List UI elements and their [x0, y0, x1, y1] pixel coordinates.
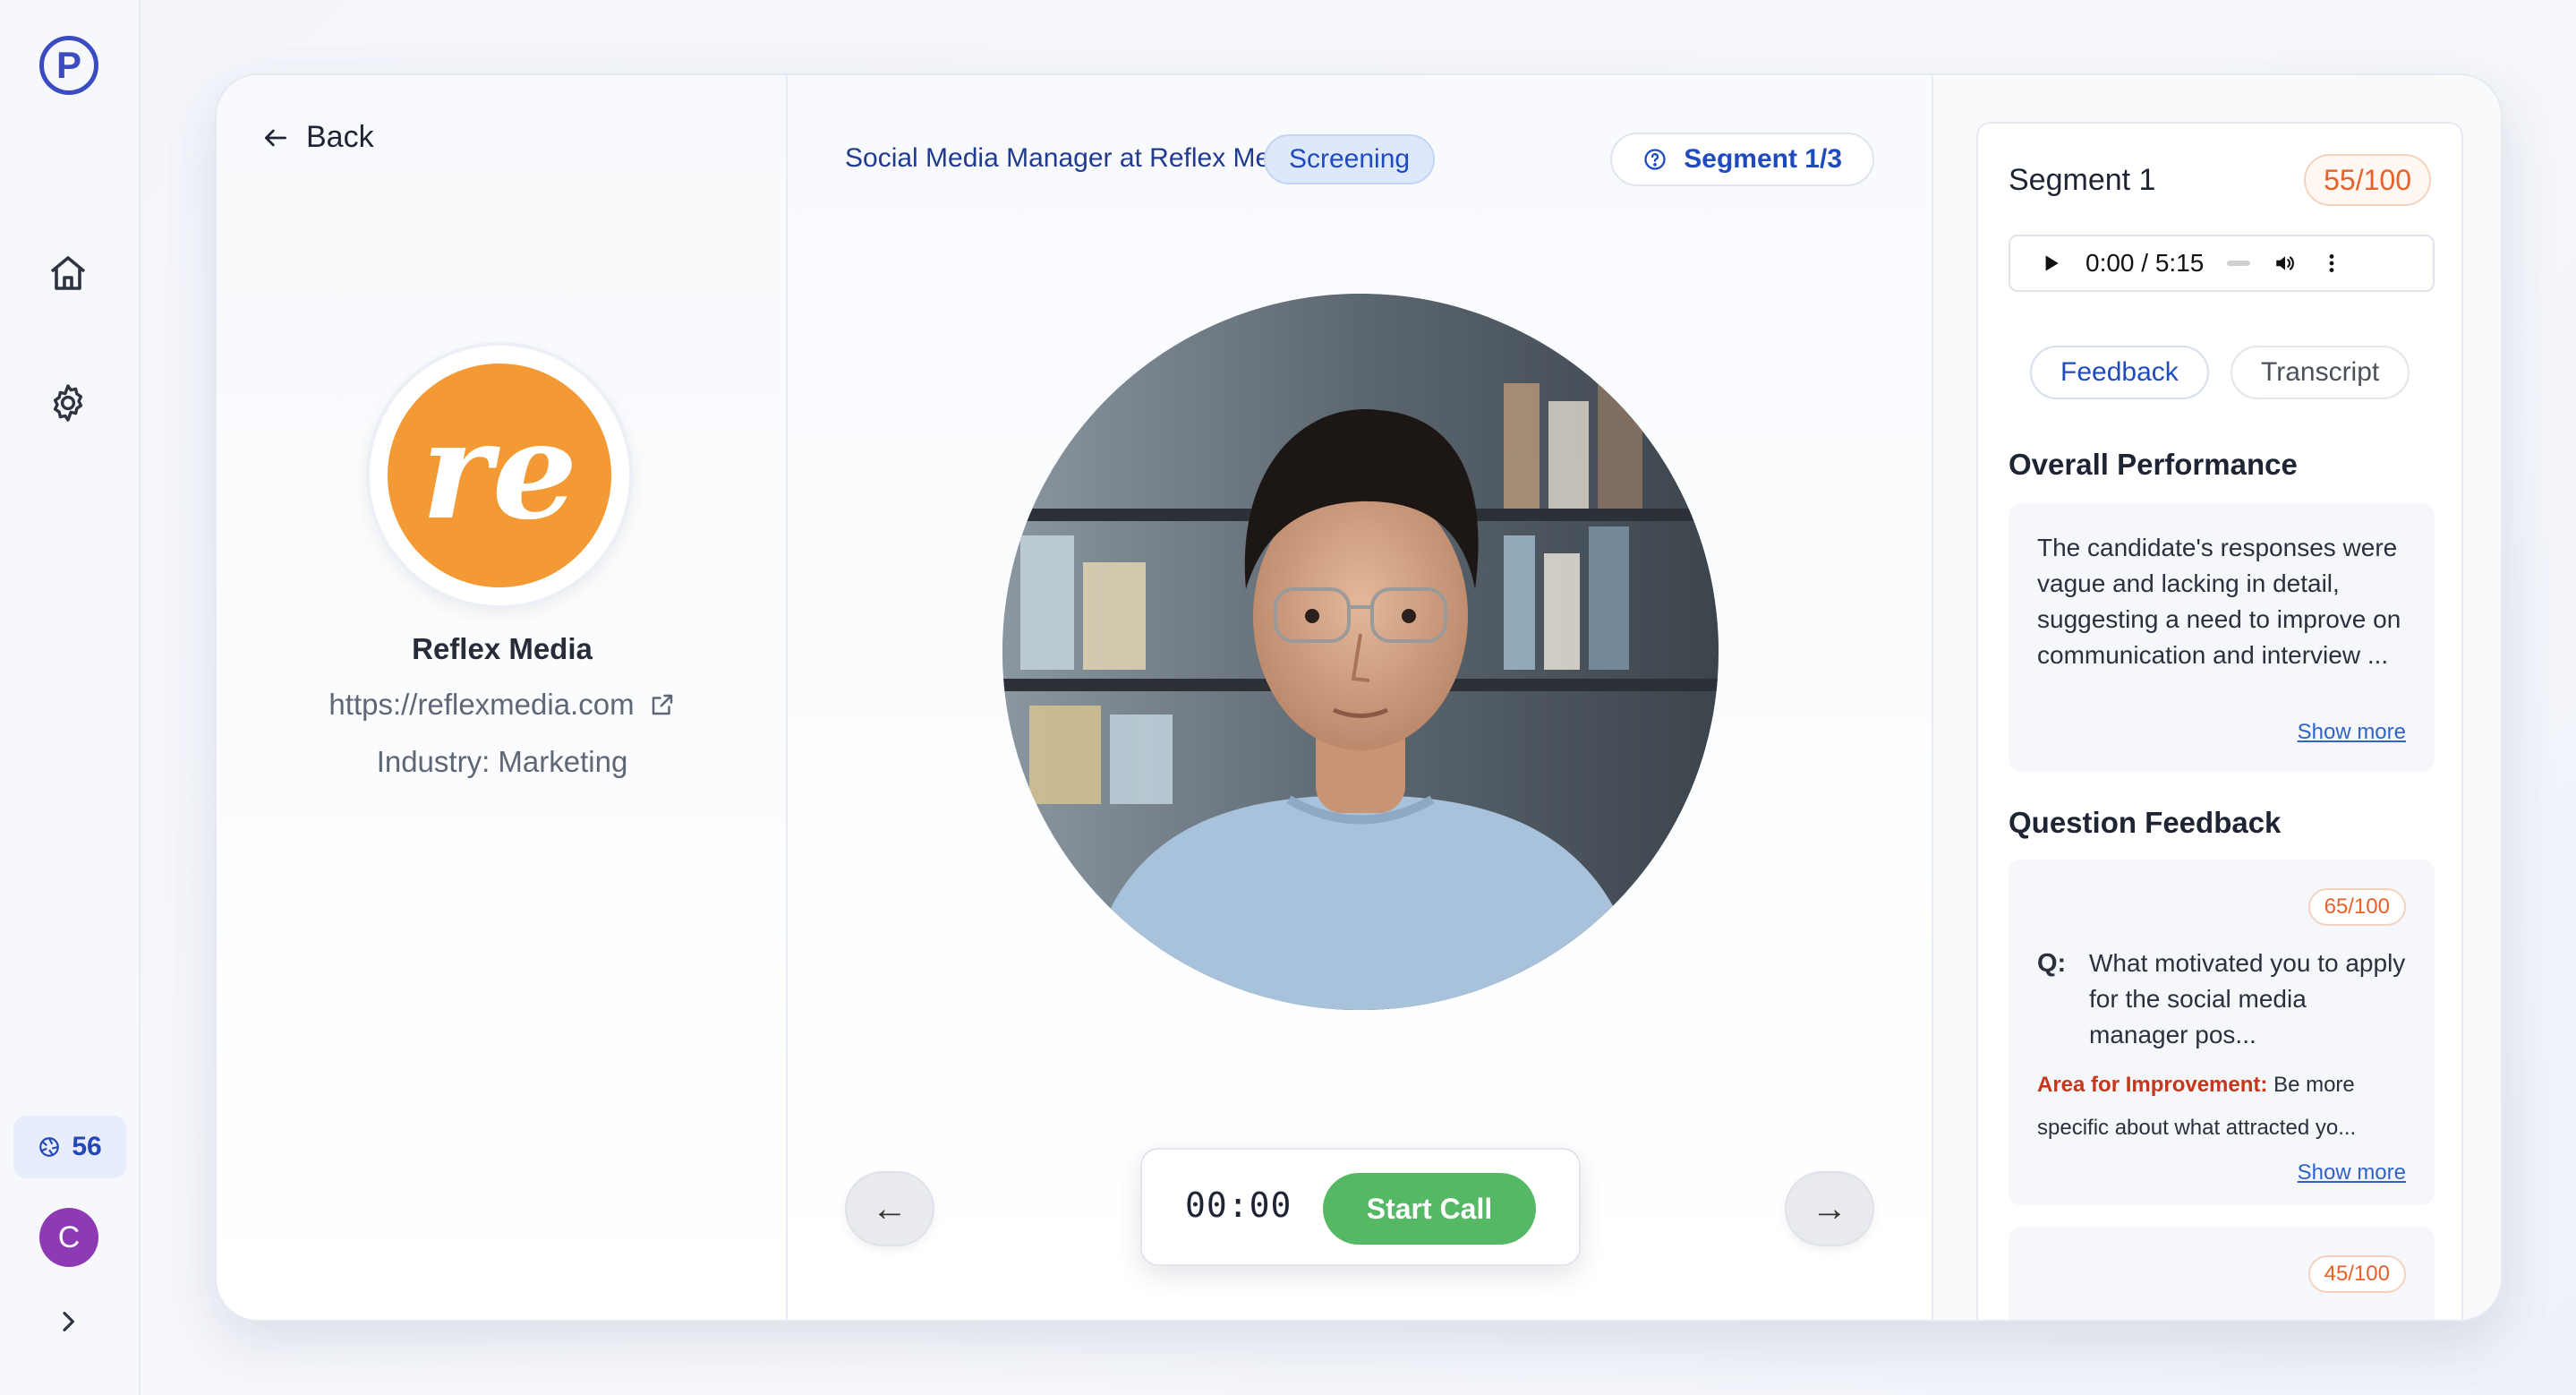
- credits-count: 56: [72, 1132, 102, 1161]
- audio-player: 0:00 / 5:15: [2009, 235, 2435, 292]
- back-label: Back: [306, 120, 374, 154]
- question-score-badge: 45/100: [2307, 1255, 2406, 1293]
- question-text: What motivated you to apply for the soci…: [2089, 949, 2406, 1048]
- improvement-label: Area for Improvement:: [2037, 1073, 2268, 1097]
- volume-icon[interactable]: [2273, 252, 2297, 275]
- segment-review[interactable]: Segment 1 55/100 0:00 / 5:15 Feedback Tr…: [1976, 122, 2463, 1320]
- question-show-more-link[interactable]: Show more: [2298, 1160, 2406, 1185]
- aperture-icon: [39, 1137, 60, 1157]
- overall-performance-text: The candidate's responses were vague and…: [2037, 534, 2401, 669]
- external-link-icon: [652, 694, 672, 715]
- audio-time: 0:00 / 5:15: [2086, 249, 2205, 277]
- improvement-note: Area for Improvement: Be more specific a…: [2037, 1064, 2413, 1150]
- settings-gear-icon[interactable]: [47, 381, 90, 424]
- company-website-link[interactable]: https://reflexmedia.com: [217, 688, 788, 722]
- audio-progress-slider[interactable]: [2227, 261, 2251, 266]
- question-feedback-item: 45/100: [2009, 1227, 2435, 1320]
- segment-score-badge: 55/100: [2304, 154, 2431, 206]
- help-circle-icon: [1644, 149, 1666, 170]
- interviewer-video: [1002, 294, 1719, 1010]
- segment-label: Segment 1/3: [1684, 144, 1842, 174]
- arrow-left-icon: ←: [872, 1188, 908, 1228]
- user-avatar[interactable]: C: [39, 1208, 98, 1267]
- credits-badge[interactable]: 56: [13, 1116, 126, 1178]
- segment-indicator[interactable]: Segment 1/3: [1610, 133, 1874, 186]
- arrow-left-icon: [265, 129, 286, 146]
- start-call-button[interactable]: Start Call: [1323, 1173, 1536, 1245]
- play-icon[interactable]: [2039, 252, 2062, 275]
- previous-segment-button[interactable]: ←: [845, 1171, 934, 1246]
- company-panel: Back re Reflex Media https://reflexmedia…: [217, 75, 788, 1320]
- overall-performance-heading: Overall Performance: [2009, 448, 2298, 481]
- more-vertical-icon[interactable]: [2320, 252, 2343, 275]
- tab-transcript[interactable]: Transcript: [2231, 346, 2410, 399]
- home-icon[interactable]: [47, 252, 90, 295]
- next-segment-button[interactable]: →: [1785, 1171, 1874, 1246]
- company-url: https://reflexmedia.com: [328, 688, 635, 721]
- overall-performance-box: The candidate's responses were vague and…: [2009, 503, 2435, 772]
- svg-text:re: re: [422, 392, 577, 550]
- arrow-right-icon: →: [1812, 1188, 1847, 1228]
- overall-show-more-link[interactable]: Show more: [2298, 720, 2406, 745]
- tab-feedback[interactable]: Feedback: [2030, 346, 2209, 399]
- call-panel: Social Media Manager at Reflex Media Scr…: [788, 75, 1933, 1320]
- call-timer: 00:00: [1185, 1185, 1292, 1225]
- company-industry: Industry: Marketing: [376, 745, 628, 778]
- question-label: Q:: [2037, 949, 2067, 978]
- stage-badge: Screening: [1264, 134, 1436, 184]
- interview-card: Back re Reflex Media https://reflexmedia…: [215, 73, 2503, 1322]
- question-feedback-item: 65/100 Q: What motivated you to apply fo…: [2009, 860, 2435, 1205]
- company-name: Reflex Media: [412, 632, 593, 665]
- company-logo: re: [366, 342, 633, 609]
- nav-rail: P 56 C: [0, 0, 141, 1395]
- call-controls: 00:00 Start Call: [1140, 1148, 1581, 1266]
- app-logo[interactable]: P: [39, 36, 98, 95]
- question-score-badge: 65/100: [2307, 888, 2406, 926]
- question-feedback-heading: Question Feedback: [2009, 806, 2282, 839]
- job-title: Social Media Manager at Reflex Media: [845, 143, 1307, 173]
- chevron-right-icon[interactable]: [54, 1307, 82, 1336]
- segment-title: Segment 1: [2009, 163, 2156, 197]
- review-panel: Segment 1 55/100 0:00 / 5:15 Feedback Tr…: [1933, 75, 2501, 1320]
- back-button[interactable]: Back: [261, 120, 374, 155]
